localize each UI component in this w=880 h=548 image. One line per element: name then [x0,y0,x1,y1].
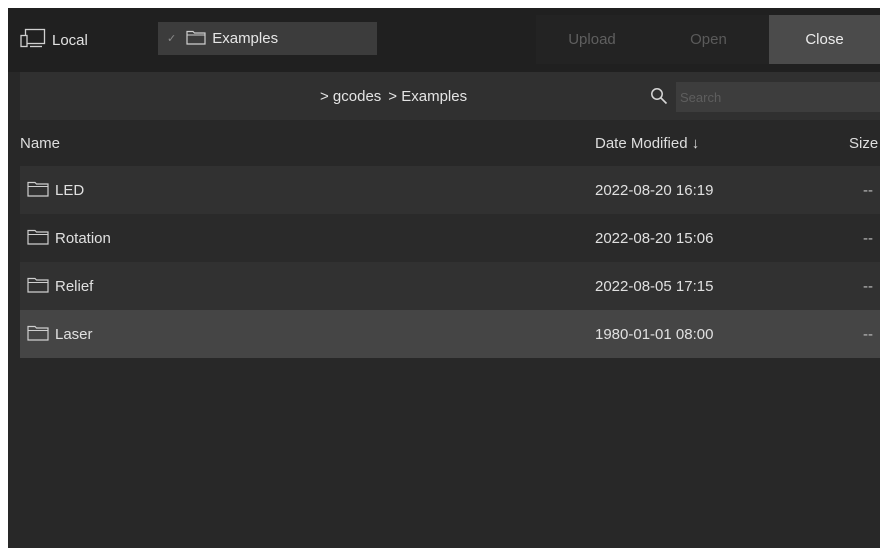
path-bar: > gcodes > Examples [20,72,880,120]
file-size: -- [863,181,873,199]
file-size: -- [863,325,873,343]
column-header-size[interactable]: Size [849,120,878,166]
folder-icon [27,324,55,345]
search-input[interactable] [676,82,880,112]
folder-dropdown-label: Examples [212,30,279,47]
breadcrumb: > gcodes > Examples [320,72,474,120]
file-name: Laser [55,325,93,343]
file-row-led[interactable]: LED 2022-08-20 16:19 -- [20,166,880,214]
folder-icon [186,29,212,49]
file-name: Relief [55,277,94,295]
local-source-button[interactable]: Local [20,25,88,55]
file-row-rotation[interactable]: Rotation 2022-08-20 15:06 -- [20,214,880,262]
file-date: 1980-01-01 08:00 [595,325,714,343]
upload-button[interactable]: Upload [536,15,648,64]
file-name: LED [55,181,85,199]
column-header-name[interactable]: Name [20,120,60,166]
folder-icon [27,228,55,249]
column-header-date-modified[interactable]: Date Modified ↓ [595,120,699,166]
folder-dropdown[interactable]: ✓ Examples [158,22,377,55]
file-name: Rotation [55,229,111,247]
breadcrumb-item-gcodes[interactable]: > gcodes [320,88,381,105]
chevron-down-icon: ✓ [167,33,177,45]
file-list-header: Name Date Modified ↓ Size [8,120,880,166]
search-icon [650,87,668,105]
file-list: LED 2022-08-20 16:19 -- Rotation 2022-08… [20,166,880,358]
file-size: -- [863,277,873,295]
file-date: 2022-08-05 17:15 [595,277,714,295]
file-browser-window: Local ✓ Examples Upload Open Close > gco… [8,8,880,548]
computer-icon [20,28,52,52]
local-source-label: Local [52,31,88,49]
folder-icon [27,180,55,201]
folder-icon [27,276,55,297]
file-date: 2022-08-20 15:06 [595,229,714,247]
close-button[interactable]: Close [769,15,880,64]
file-date: 2022-08-20 16:19 [595,181,714,199]
file-size: -- [863,229,873,247]
toolbar: Local ✓ Examples Upload Open Close [8,8,880,72]
open-button[interactable]: Open [648,15,769,64]
file-row-relief[interactable]: Relief 2022-08-05 17:15 -- [20,262,880,310]
file-row-laser[interactable]: Laser 1980-01-01 08:00 -- [20,310,880,358]
breadcrumb-item-examples[interactable]: > Examples [388,88,467,105]
